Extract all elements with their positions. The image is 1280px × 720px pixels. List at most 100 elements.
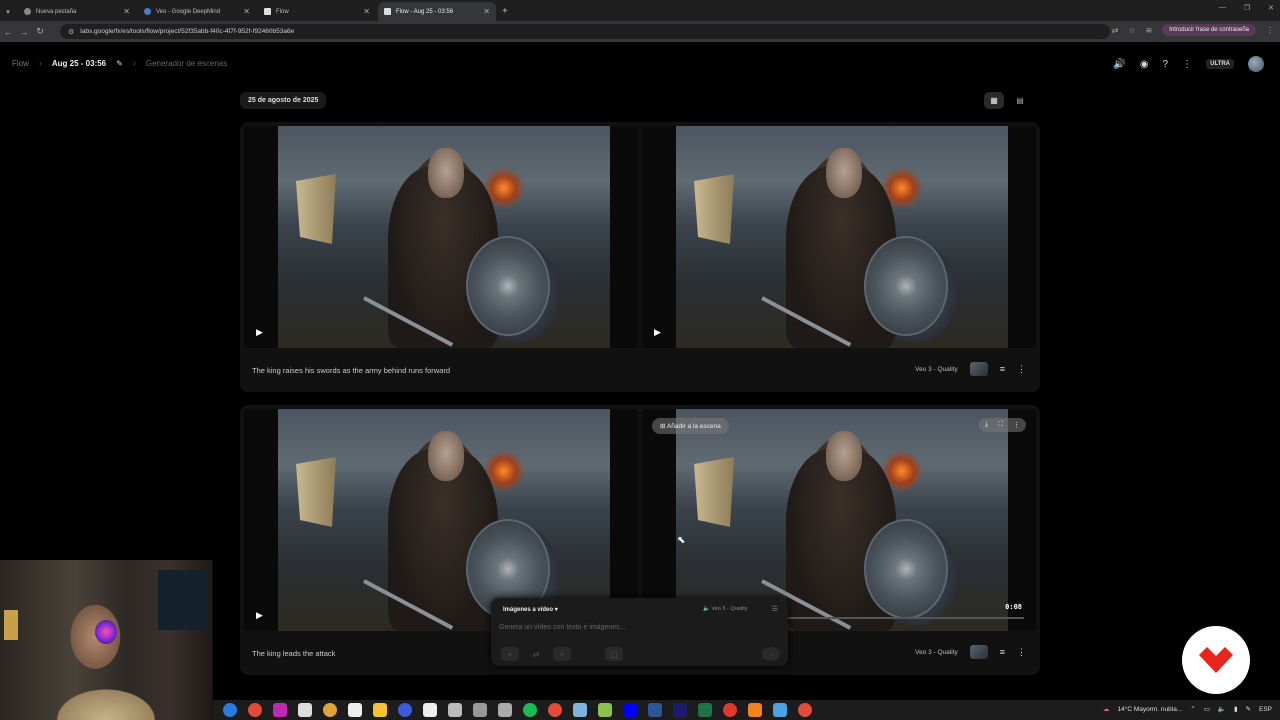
vlc-icon[interactable] xyxy=(748,703,762,717)
add-to-scene-label: Añadir a la escena xyxy=(666,423,721,430)
browser-tab-active[interactable]: Flow - Aug 25 - 03:56 ✕ xyxy=(378,2,496,21)
prompt-input[interactable]: Genera un vídeo con texto e imágenes... xyxy=(499,624,625,631)
pen-icon[interactable]: ✎ xyxy=(1246,705,1251,713)
swap-icon[interactable]: ⇄ xyxy=(527,647,545,661)
app-icon[interactable] xyxy=(273,703,287,717)
chevron-up-icon[interactable]: ⌃ xyxy=(1190,705,1195,713)
add-to-scene-button[interactable]: ⊞ Añadir a la escena xyxy=(652,418,729,434)
grid-view-icon[interactable]: ▦ xyxy=(984,92,1004,109)
mode-select[interactable]: Imágenes a vídeo ▾ xyxy=(503,606,558,613)
calculator-icon[interactable] xyxy=(473,703,487,717)
browser-tab[interactable]: Veo - Google DeepMind ✕ xyxy=(138,2,256,21)
excel-icon[interactable] xyxy=(698,703,712,717)
reuse-prompt-icon[interactable]: ≡ xyxy=(1000,364,1005,374)
mouse-cursor-icon: ⬉ xyxy=(677,535,686,546)
more-vert-icon[interactable]: ⋮ xyxy=(1017,647,1026,658)
url-field[interactable]: ⚙ labs.google/fx/es/tools/flow/project/5… xyxy=(60,24,1110,39)
scene-card: ▶ ▶ The king raises his swords as the ar… xyxy=(240,122,1040,392)
close-icon[interactable]: ✕ xyxy=(363,7,370,16)
forward-icon[interactable]: → xyxy=(16,27,32,37)
video-clip[interactable]: ▶ xyxy=(642,126,1036,348)
reference-thumbnail[interactable] xyxy=(969,645,988,659)
download-icon[interactable]: ⤓ xyxy=(985,421,988,429)
app-icon[interactable] xyxy=(298,703,312,717)
app-icon[interactable] xyxy=(448,703,462,717)
star-icon[interactable]: ☆ xyxy=(1128,26,1135,35)
battery-icon[interactable]: ▮ xyxy=(1234,705,1238,713)
weather-text[interactable]: 14°C Mayorm. nubla... xyxy=(1118,706,1183,713)
play-icon[interactable]: ▶ xyxy=(256,327,263,338)
edit-icon[interactable]: ✎ xyxy=(116,59,123,68)
app-icon[interactable] xyxy=(573,703,587,717)
play-icon[interactable]: ▶ xyxy=(654,327,661,338)
breadcrumb-root[interactable]: Flow xyxy=(12,59,29,68)
help-icon[interactable]: ? xyxy=(1163,59,1169,70)
app-icon[interactable] xyxy=(598,703,612,717)
more-vert-icon[interactable]: ⋮ xyxy=(1182,59,1192,70)
add-start-frame-icon[interactable]: + xyxy=(501,647,519,661)
video-progress-bar[interactable] xyxy=(762,617,1024,619)
folder-icon[interactable] xyxy=(373,703,387,717)
site-info-icon[interactable]: ⚙ xyxy=(68,28,74,36)
more-vert-icon[interactable]: ⋮ xyxy=(1017,364,1026,375)
reference-thumbnail[interactable] xyxy=(969,362,988,376)
translate-icon[interactable]: ⇄ xyxy=(1112,26,1119,35)
more-vert-icon[interactable]: ⋮ xyxy=(1013,421,1020,429)
reuse-prompt-icon[interactable]: ≡ xyxy=(1000,647,1005,657)
notion-icon[interactable] xyxy=(423,703,437,717)
avatar[interactable] xyxy=(1248,56,1264,72)
browser-tab[interactable]: Flow ✕ xyxy=(258,2,376,21)
list-view-icon[interactable]: ▤ xyxy=(1010,92,1030,109)
reload-icon[interactable]: ↻ xyxy=(32,26,48,37)
chrome-canary-icon[interactable] xyxy=(323,703,337,717)
app-icon[interactable] xyxy=(398,703,412,717)
app-icon[interactable] xyxy=(773,703,787,717)
app-icon[interactable] xyxy=(498,703,512,717)
send-icon[interactable]: → xyxy=(762,647,780,661)
store-icon[interactable] xyxy=(348,703,362,717)
settings-icon[interactable]: ☰ xyxy=(772,605,778,613)
fullscreen-icon[interactable]: ⛶ xyxy=(998,421,1003,429)
play-icon[interactable]: ▶ xyxy=(256,610,263,621)
chrome-icon[interactable] xyxy=(248,703,262,717)
media-encoder-icon[interactable] xyxy=(623,703,637,717)
browser-tab-strip: ▾ Nueva pestaña ✕ Veo - Google DeepMind … xyxy=(0,0,1280,21)
video-frame xyxy=(278,126,610,348)
edge-icon[interactable] xyxy=(223,703,237,717)
clip-toolbar: ⤓ ⛶ ⋮ xyxy=(978,418,1026,432)
discord-icon[interactable]: ◉ xyxy=(1140,59,1149,70)
new-tab-icon[interactable]: + xyxy=(496,2,514,21)
language-indicator[interactable]: ESP xyxy=(1259,706,1272,713)
password-button[interactable]: Introducir frase de contraseña xyxy=(1162,24,1256,36)
network-icon[interactable]: ▭ xyxy=(1204,705,1210,713)
premiere-icon[interactable] xyxy=(673,703,687,717)
minimize-icon[interactable]: — xyxy=(1219,4,1226,12)
speaker-icon[interactable]: 🔈 xyxy=(1218,705,1226,713)
attach-icon[interactable]: ▢ xyxy=(605,647,623,661)
menu-icon[interactable]: ⋮ xyxy=(1266,26,1274,35)
browser-tab[interactable]: Nueva pestaña ✕ xyxy=(18,2,136,21)
spotify-icon[interactable] xyxy=(523,703,537,717)
composer-buttons: + ⇄ + ▢ xyxy=(501,647,623,661)
obs-icon[interactable] xyxy=(723,703,737,717)
project-title[interactable]: Aug 25 - 03:56 xyxy=(52,59,106,68)
close-icon[interactable]: ✕ xyxy=(123,7,130,16)
tab-label: Veo - Google DeepMind xyxy=(156,8,221,15)
tab-search-icon[interactable]: ▾ xyxy=(0,2,16,21)
model-label: Veo 3 - Quality xyxy=(915,365,958,373)
close-window-icon[interactable]: ✕ xyxy=(1268,4,1274,12)
chrome-icon[interactable] xyxy=(798,703,812,717)
close-icon[interactable]: ✕ xyxy=(243,7,250,16)
restore-icon[interactable]: ❐ xyxy=(1244,4,1250,12)
close-icon[interactable]: ✕ xyxy=(483,7,490,16)
breadcrumb-section[interactable]: Generador de escenas xyxy=(146,59,227,68)
volume-icon[interactable]: 🔊 xyxy=(1113,59,1125,70)
chrome-icon[interactable] xyxy=(548,703,562,717)
logo-mark-icon xyxy=(1199,647,1233,673)
add-end-frame-icon[interactable]: + xyxy=(553,647,571,661)
back-icon[interactable]: ← xyxy=(0,27,16,37)
model-select[interactable]: 🔈 Veo 3 - Quality xyxy=(703,606,747,612)
word-icon[interactable] xyxy=(648,703,662,717)
extensions-icon[interactable]: ≋ xyxy=(1146,26,1153,35)
video-clip[interactable]: ▶ xyxy=(244,126,638,348)
